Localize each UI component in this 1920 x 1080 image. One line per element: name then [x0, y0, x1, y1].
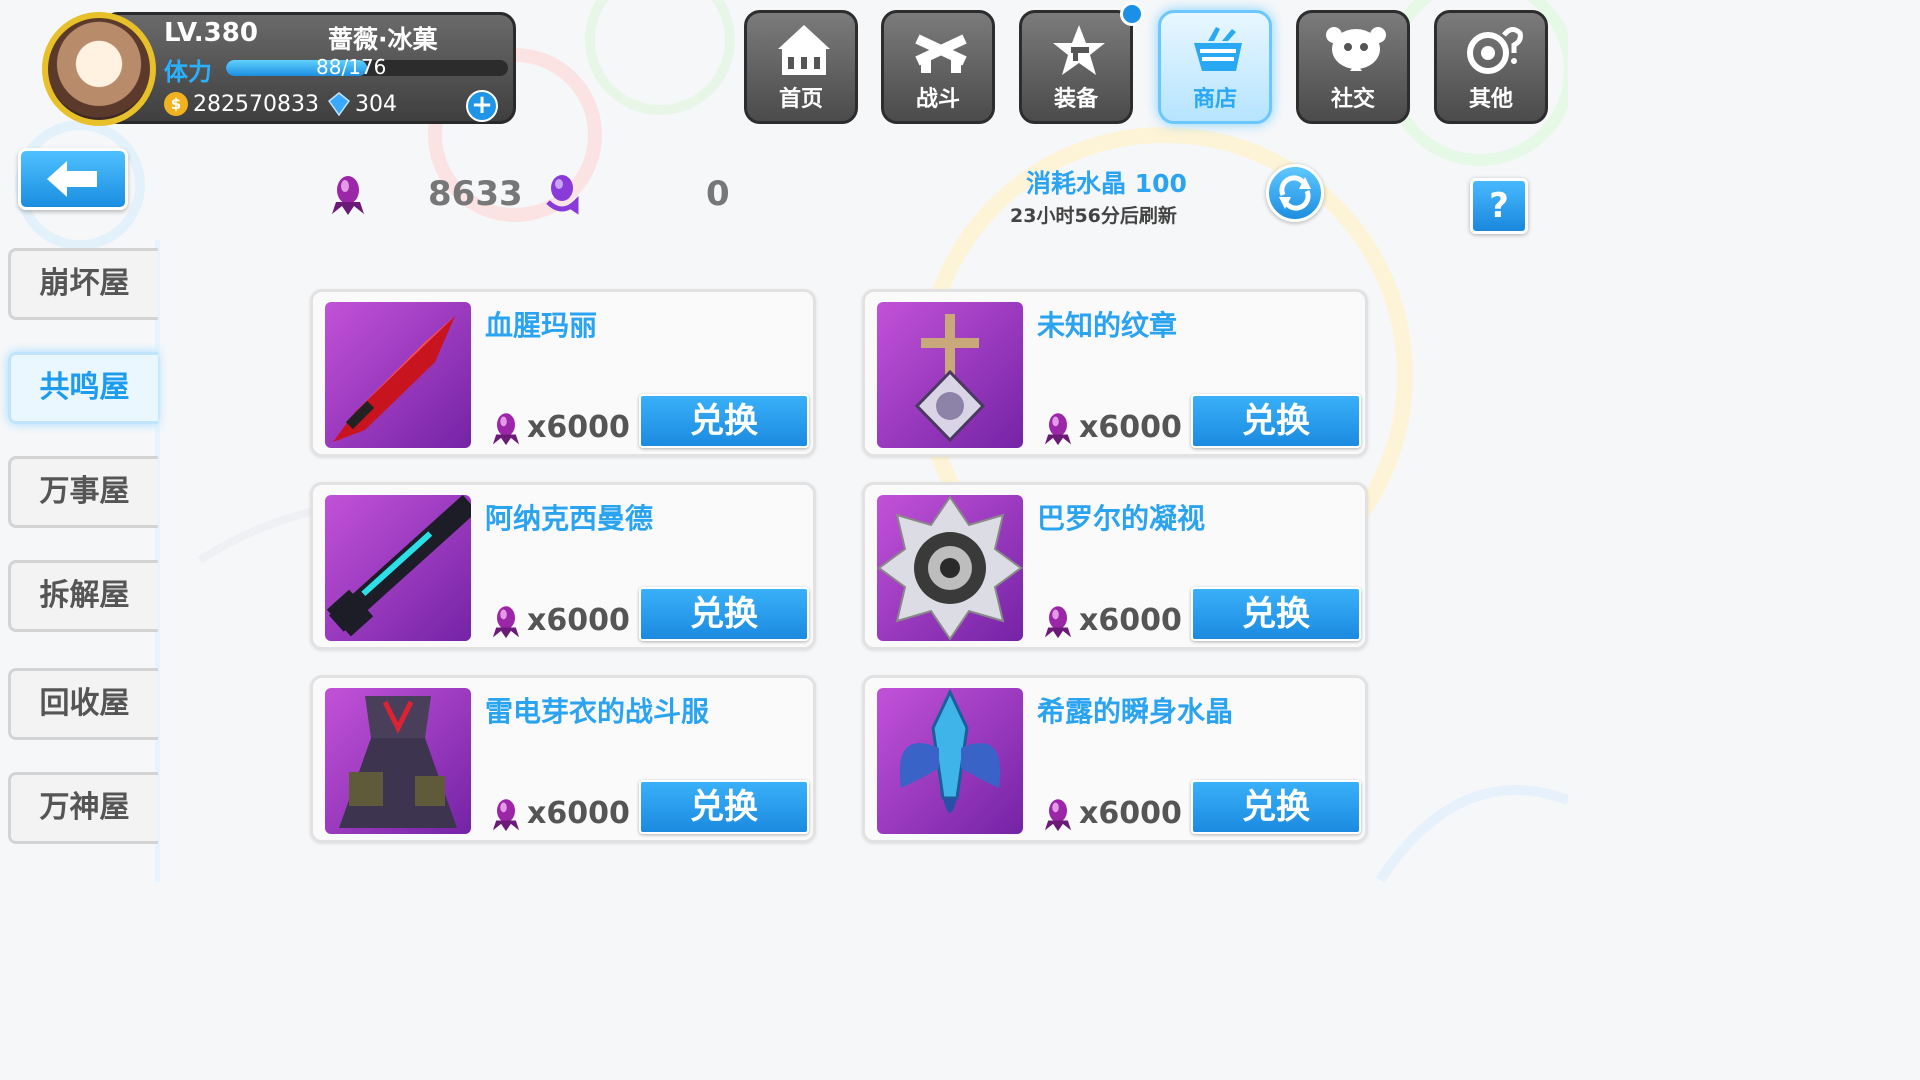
cross-emblem-icon	[914, 314, 986, 443]
blue-crystal-icon	[899, 688, 1001, 813]
resonance-crystal-icon	[492, 606, 520, 639]
nav-battle-button[interactable]: 战斗	[881, 10, 995, 124]
stamina-label: 体力	[164, 58, 212, 86]
help-button[interactable]: ?	[1470, 178, 1528, 234]
crossed-guns-icon	[915, 34, 967, 73]
stamina-value: 88/176	[316, 55, 387, 79]
nav-other-button[interactable]: 其他	[1434, 10, 1548, 124]
exchange-button[interactable]: 兑换	[639, 394, 809, 448]
shop-item-card: 未知的纹章 x6000 兑换	[862, 289, 1368, 457]
exchange-crystal-icon	[546, 175, 579, 215]
item-name: 希露的瞬身水晶	[1037, 695, 1234, 728]
item-price: x6000	[527, 603, 630, 638]
nav-shop-button[interactable]: 商店	[1158, 10, 1272, 124]
coin-count: 282570833	[193, 92, 319, 117]
item-price: x6000	[527, 796, 630, 831]
nav-equipment-button[interactable]: 装备	[1019, 10, 1133, 124]
resonance-crystal-icon	[1044, 606, 1072, 639]
exchange-button[interactable]: 兑换	[639, 587, 809, 641]
resonance-crystal-count: 8633	[428, 174, 523, 214]
refresh-cost-text: 消耗水晶 100	[1026, 169, 1187, 198]
player-panel: LV.380 蔷薇·冰菓 体力 88/176 $ 282570833 304 +	[42, 12, 516, 126]
nav-battle-label: 战斗	[915, 87, 960, 112]
shop-item-card: 血腥玛丽 x6000 兑换	[310, 289, 816, 457]
exchange-button[interactable]: 兑换	[639, 780, 809, 834]
star-gun-icon	[1053, 25, 1105, 75]
nav-home-label: 首页	[778, 87, 823, 112]
item-price: x6000	[1079, 603, 1182, 638]
resonance-crystal-icon	[492, 413, 520, 446]
battle-dress-icon	[339, 696, 457, 828]
sidebar-item-recycle-house[interactable]: 回收屋	[8, 668, 158, 740]
shop-basket-icon	[1194, 27, 1242, 71]
item-thumbnail	[877, 302, 1023, 448]
exchange-crystal-count: 0	[706, 174, 730, 214]
item-name: 雷电芽衣的战斗服	[485, 695, 710, 728]
crystal-count: 304	[355, 92, 397, 117]
shop-item-card: 雷电芽衣的战斗服 x6000 兑换	[310, 675, 816, 843]
item-name: 未知的纹章	[1037, 309, 1178, 342]
nav-home-button[interactable]: 首页	[744, 10, 858, 124]
refresh-time-text: 23小时56分后刷新	[1010, 205, 1177, 227]
refresh-icon	[1279, 175, 1311, 211]
item-price: x6000	[1079, 796, 1182, 831]
item-price: x6000	[1079, 410, 1182, 445]
resonance-crystal-icon	[332, 176, 364, 215]
item-thumbnail	[325, 688, 471, 834]
player-avatar[interactable]	[42, 12, 156, 126]
player-name: 蔷薇·冰菓	[328, 25, 438, 54]
sidebar-item-pantheon-house[interactable]: 万神屋	[8, 772, 158, 844]
sidebar-item-dismantle-house[interactable]: 拆解屋	[8, 560, 158, 632]
item-thumbnail	[877, 688, 1023, 834]
item-thumbnail	[877, 495, 1023, 641]
shop-item-card: 希露的瞬身水晶 x6000 兑换	[862, 675, 1368, 843]
nav-shop-label: 商店	[1192, 87, 1237, 112]
item-name: 阿纳克西曼德	[485, 502, 654, 535]
red-blade-icon	[333, 316, 455, 442]
crystal-icon	[328, 92, 350, 116]
nav-social-label: 社交	[1330, 87, 1375, 112]
back-button[interactable]	[18, 148, 128, 210]
item-name: 巴罗尔的凝视	[1037, 502, 1206, 535]
rifle-icon	[326, 495, 471, 637]
resonance-crystal-icon	[1044, 799, 1072, 832]
nav-other-label: 其他	[1468, 87, 1513, 112]
coin-icon: $	[164, 92, 188, 116]
exchange-button[interactable]: 兑换	[1191, 587, 1361, 641]
resonance-crystal-icon	[492, 799, 520, 832]
exchange-button[interactable]: 兑换	[1191, 780, 1361, 834]
sidebar-item-resonance-house[interactable]: 共鸣屋	[8, 352, 158, 424]
item-name: 血腥玛丽	[485, 309, 598, 342]
nav-equipment-label: 装备	[1053, 87, 1098, 112]
gear-question-icon	[1467, 27, 1523, 74]
sidebar-item-general-house[interactable]: 万事屋	[8, 456, 158, 528]
back-arrow-icon	[47, 161, 97, 197]
social-face-icon	[1326, 27, 1386, 71]
shop-item-card: 阿纳克西曼德 x6000 兑换	[310, 482, 816, 650]
shop-item-card: 巴罗尔的凝视 x6000 兑换	[862, 482, 1368, 650]
item-thumbnail	[325, 302, 471, 448]
exchange-button[interactable]: 兑换	[1191, 394, 1361, 448]
item-thumbnail	[325, 495, 471, 641]
add-crystal-button[interactable]: +	[466, 90, 498, 122]
nav-social-button[interactable]: 社交	[1296, 10, 1410, 124]
eye-medal-icon	[877, 495, 1023, 641]
resonance-crystal-icon	[1044, 413, 1072, 446]
house-icon	[778, 25, 830, 75]
refresh-button[interactable]	[1266, 164, 1324, 222]
sidebar-item-honkai-house[interactable]: 崩坏屋	[8, 248, 158, 320]
item-price: x6000	[527, 410, 630, 445]
player-level: LV.380	[164, 18, 258, 48]
notification-dot	[1120, 2, 1144, 26]
